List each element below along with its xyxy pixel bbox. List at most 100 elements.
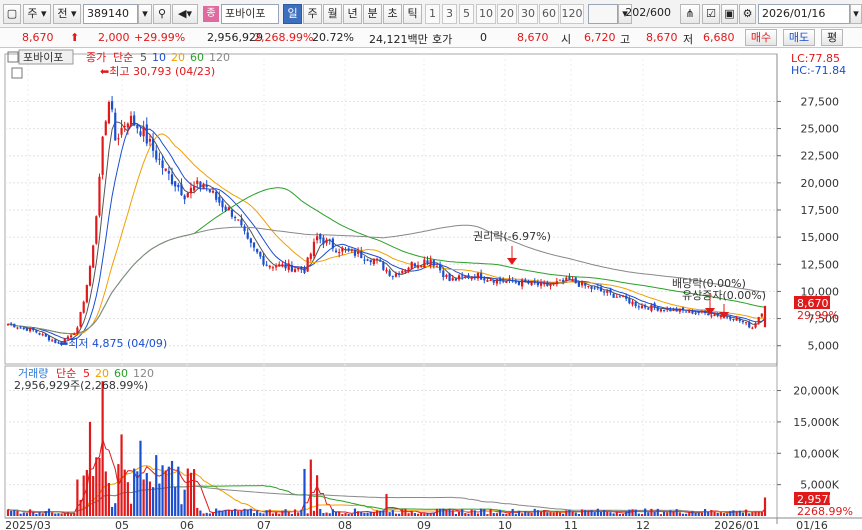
price-tick-label: 5,000 xyxy=(808,340,840,353)
candle-body xyxy=(625,295,628,299)
volume-bar xyxy=(432,512,435,516)
candle-body xyxy=(38,333,41,335)
volume-bar xyxy=(647,512,650,516)
interval-3[interactable]: 3 xyxy=(442,4,457,24)
stock-code-input[interactable]: 389140 xyxy=(83,4,138,24)
candle-body xyxy=(741,321,745,323)
volume-bar xyxy=(41,513,44,516)
volume-bar xyxy=(606,511,609,516)
candle-body xyxy=(410,261,413,270)
save-icon[interactable]: ▣ xyxy=(721,4,738,24)
candle-body xyxy=(271,267,275,269)
candle-body xyxy=(114,112,117,141)
candle-body xyxy=(429,259,432,265)
candle-body xyxy=(101,136,104,175)
tab-yearly[interactable]: 년 xyxy=(343,4,362,24)
high-annotation-text: 최고 30,793 (04/23) xyxy=(109,65,215,78)
volume-bar xyxy=(549,512,552,516)
candle-body xyxy=(498,278,502,282)
candle-body xyxy=(287,263,290,270)
interval-5[interactable]: 5 xyxy=(459,4,474,24)
volume-bar xyxy=(584,510,587,516)
open-label: 시 xyxy=(561,33,572,46)
type-select[interactable]: 전 ▾ xyxy=(53,4,81,24)
stock-chart-svg[interactable]: 5,0007,50010,00012,50015,00017,50020,000… xyxy=(0,48,862,530)
flat-button[interactable]: 평 xyxy=(821,29,843,46)
gear-icon[interactable]: ⚙ xyxy=(739,4,756,24)
candle-body xyxy=(634,301,637,307)
price-tick-label: 17,500 xyxy=(801,204,840,217)
date-dropdown-icon[interactable]: ▾ xyxy=(850,4,862,24)
interval-1[interactable]: 1 xyxy=(425,4,440,24)
candle-body xyxy=(230,209,234,217)
candle-body xyxy=(426,260,429,264)
interval-custom-input[interactable] xyxy=(588,4,618,24)
volume-bar xyxy=(183,489,186,516)
candle-body xyxy=(290,265,293,272)
checkbox-icon[interactable]: ☑ xyxy=(702,4,720,24)
candle-body xyxy=(293,269,297,273)
tab-monthly[interactable]: 월 xyxy=(323,4,342,24)
candle-body xyxy=(265,264,268,266)
interval-10[interactable]: 10 xyxy=(476,4,496,24)
candle-body xyxy=(249,238,252,243)
price-legend-item: 5 xyxy=(140,51,147,64)
interval-30[interactable]: 30 xyxy=(518,4,538,24)
volume-tick-label: 20,000K xyxy=(793,385,839,398)
volume-bar xyxy=(316,475,319,516)
candle-body xyxy=(136,125,139,129)
interval-120[interactable]: 120 xyxy=(560,4,584,24)
candle-body xyxy=(439,265,442,271)
candle-body xyxy=(215,191,218,200)
volume-bar xyxy=(719,512,722,516)
candle-body xyxy=(555,281,558,285)
stock-name[interactable]: 포바이포 xyxy=(221,4,279,24)
tab-second[interactable]: 초 xyxy=(383,4,402,24)
candle-body xyxy=(539,282,543,286)
interval-60[interactable]: 60 xyxy=(539,4,559,24)
speaker-icon[interactable]: ◀▾ xyxy=(172,4,198,24)
volume-bar xyxy=(565,510,568,516)
market-select[interactable]: 주 ▾ xyxy=(23,4,51,24)
volume-bar xyxy=(511,508,514,516)
candle-body xyxy=(568,276,571,280)
price-tick-label: 22,500 xyxy=(801,150,840,163)
candle-body xyxy=(170,174,174,185)
buy-button[interactable]: 매수 xyxy=(745,29,777,46)
sell-button[interactable]: 매도 xyxy=(783,29,815,46)
volume-bar xyxy=(760,511,763,516)
price-change-pct: +29.99% xyxy=(134,31,186,44)
volume-bar xyxy=(363,512,366,516)
volume-bar xyxy=(60,513,63,516)
candle-body xyxy=(445,275,448,278)
candle-body xyxy=(650,304,653,311)
volume-bar xyxy=(192,469,196,516)
tab-weekly[interactable]: 주 xyxy=(303,4,322,24)
date-input[interactable]: 2026/01/16 xyxy=(758,4,850,24)
volume-bar xyxy=(32,512,35,516)
volume-bar xyxy=(117,464,120,516)
chart-settings-icon[interactable]: ⋔ xyxy=(680,4,700,24)
volume-bar xyxy=(51,512,54,516)
volume-bar xyxy=(470,509,473,516)
candle-body xyxy=(25,328,29,331)
candle-body xyxy=(713,314,716,316)
tab-minute[interactable]: 분 xyxy=(363,4,382,24)
volume-bar xyxy=(637,513,640,516)
volume-bar xyxy=(429,513,432,516)
candle-body xyxy=(189,187,193,194)
interval-20[interactable]: 20 xyxy=(497,4,517,24)
candle-body xyxy=(726,316,729,318)
search-icon[interactable]: ⚲ xyxy=(153,4,171,24)
candle-body xyxy=(208,189,211,192)
volume-pct: 2,268.99% xyxy=(254,31,314,44)
volume-bar xyxy=(741,512,745,516)
tab-daily[interactable]: 일 xyxy=(283,4,302,24)
volume-bar xyxy=(224,509,227,516)
code-dropdown-icon[interactable]: ▾ xyxy=(138,4,152,24)
candle-body xyxy=(148,138,152,142)
volume-bar xyxy=(297,512,300,516)
window-icon[interactable]: ▢ xyxy=(3,4,21,24)
tab-tick[interactable]: 틱 xyxy=(403,4,422,24)
volume-bar xyxy=(388,512,391,516)
